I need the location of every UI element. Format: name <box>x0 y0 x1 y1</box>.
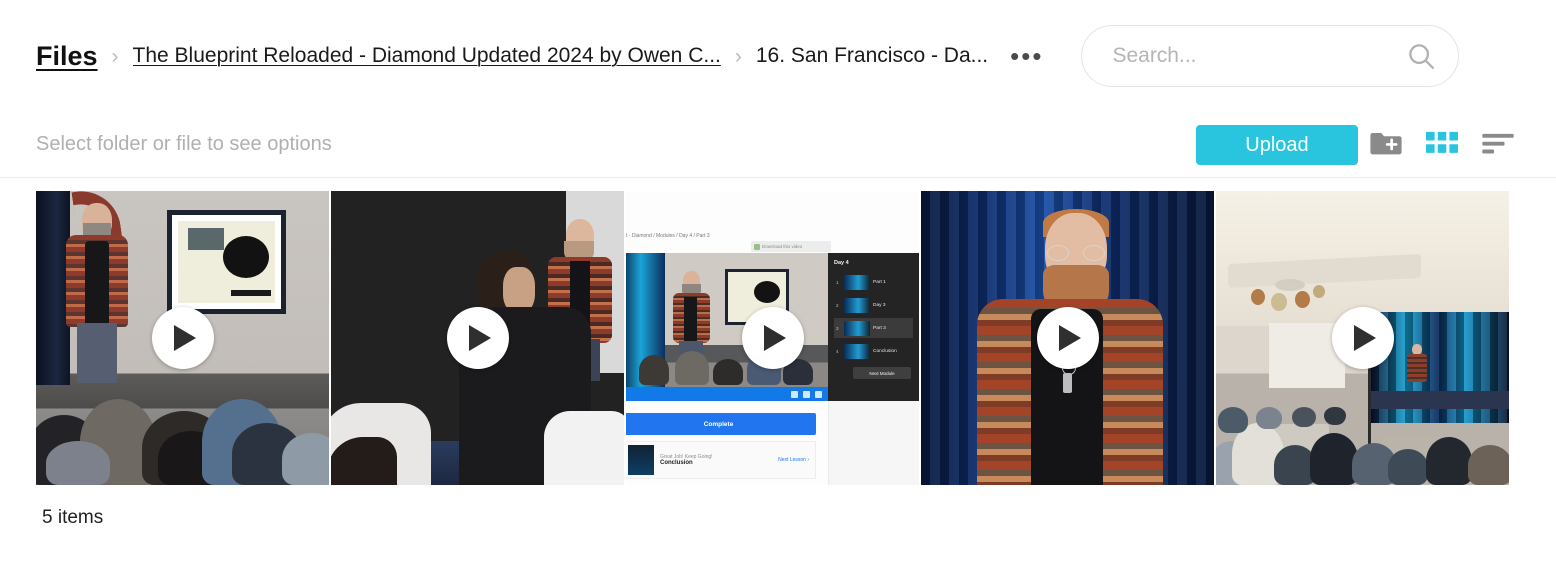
play-icon[interactable] <box>741 307 804 369</box>
playlist-item-thumb <box>844 297 870 313</box>
next-lesson-link: Next Lesson › <box>778 457 809 463</box>
search-input[interactable] <box>1110 43 1407 69</box>
playlist-item-thumb <box>844 343 870 359</box>
file-card-video-1[interactable] <box>36 191 329 485</box>
sort-icon <box>1481 131 1515 158</box>
video-controls <box>626 387 828 401</box>
search-box[interactable] <box>1081 25 1460 87</box>
next-lesson-card: Great Job! Keep Going! Conclusion Next L… <box>626 441 816 479</box>
folder-plus-icon <box>1369 128 1403 161</box>
file-card-video-2[interactable] <box>331 191 624 485</box>
playlist-item: 1 Part 1 <box>834 272 913 292</box>
toolbar-hint-text: Select folder or file to see options <box>36 133 332 155</box>
fullscreen-icon <box>815 390 822 398</box>
play-icon[interactable] <box>446 307 509 369</box>
play-icon[interactable] <box>1331 307 1394 369</box>
playlist-item: 2 Day 3 <box>834 295 913 315</box>
next-lesson-thumb <box>628 445 654 475</box>
actions-toolbar: Select folder or file to see options Upl… <box>0 112 1556 178</box>
playlist-item-thumb <box>844 274 870 290</box>
item-count-footer: 5 items <box>42 507 104 528</box>
download-video-label: Download this video <box>762 244 803 249</box>
playlist-title: Day 4 <box>834 260 849 266</box>
search-icon[interactable] <box>1406 41 1436 71</box>
course-playlist: Day 4 1 Part 1 2 Day 3 3 Part 3 4 Conclu… <box>828 253 919 401</box>
next-lesson-text: Great Job! Keep Going! Conclusion <box>660 454 713 466</box>
breadcrumb-item-current-folder[interactable]: 16. San Francisco - Da... <box>756 44 988 68</box>
volume-icon <box>791 390 798 398</box>
breadcrumb-separator: › <box>734 44 742 68</box>
course-breadcrumb: t - Diamond / Modules / Day 4 / Part 3 <box>626 233 710 239</box>
playlist-item-thumb <box>844 320 870 336</box>
breadcrumb-root-files[interactable]: Files <box>36 41 98 72</box>
breadcrumb-separator: › <box>111 44 119 68</box>
next-module-button: Next Module <box>853 367 911 379</box>
grid-view-icon <box>1426 131 1458 158</box>
settings-gear-icon <box>803 390 810 398</box>
play-icon[interactable] <box>151 307 214 369</box>
file-card-video-5[interactable] <box>1216 191 1509 485</box>
breadcrumb-item-course-folder[interactable]: The Blueprint Reloaded - Diamond Updated… <box>133 44 721 68</box>
upload-button[interactable]: Upload <box>1196 124 1358 165</box>
play-icon[interactable] <box>1036 307 1099 369</box>
complete-button: Complete <box>626 413 816 435</box>
toolbar-actions: Upload <box>1196 123 1526 167</box>
grid-view-button[interactable] <box>1414 123 1470 167</box>
sort-button[interactable] <box>1470 123 1526 167</box>
file-card-video-3[interactable]: t - Diamond / Modules / Day 4 / Part 3 D… <box>626 191 919 485</box>
file-grid: t - Diamond / Modules / Day 4 / Part 3 D… <box>0 178 1556 485</box>
breadcrumb-header: Files › The Blueprint Reloaded - Diamond… <box>0 0 1556 112</box>
new-folder-button[interactable] <box>1358 123 1414 167</box>
playlist-item: 4 Conclusion <box>834 341 913 361</box>
download-icon <box>754 243 760 250</box>
breadcrumb-overflow-menu-icon[interactable]: ••• <box>1010 43 1043 69</box>
file-card-video-4[interactable] <box>921 191 1214 485</box>
download-video-button: Download this video <box>751 241 831 252</box>
playlist-item-active: 3 Part 3 <box>834 318 913 338</box>
